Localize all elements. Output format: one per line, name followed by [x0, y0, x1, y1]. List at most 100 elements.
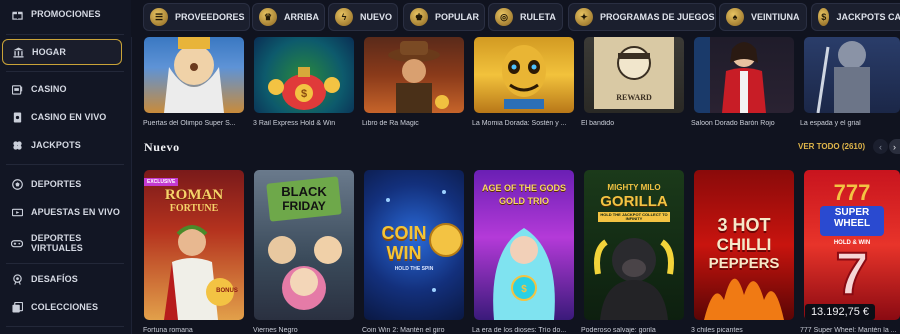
exclusive-badge: EXCLUSIVE — [144, 178, 179, 186]
game-tile-la-era-de-los-dioses[interactable]: AGE OF THE GODS GOLD TRIO $ — [474, 170, 574, 320]
svg-text:$: $ — [301, 88, 307, 100]
game-tile-coin-win-2[interactable]: COIN WIN HOLD THE SPIN — [364, 170, 464, 320]
chip-label: PROGRAMAS DE JUEGOS — [600, 12, 715, 22]
svg-text:$: $ — [521, 284, 527, 295]
chevron-right-icon: › — [893, 141, 896, 152]
chip-label: JACKPOTS CA — [836, 12, 900, 22]
divider — [6, 71, 124, 72]
chip-ruleta[interactable]: ◎ RULETA — [488, 3, 563, 31]
sidebar-item-apuestas-en-vivo[interactable]: APUESTAS EN VIVO — [0, 199, 131, 225]
sidebar-item-label: JACKPOTS — [31, 140, 81, 150]
game-tile-saloon-dorado[interactable] — [694, 37, 794, 113]
trophy-icon — [10, 272, 24, 286]
game-caption: La era de los dioses: Trío do... — [472, 327, 567, 334]
game-tile-777-super-wheel[interactable]: 777 7 SUPER WHEEL HOLD & WIN — [804, 170, 900, 320]
game-tile-poderoso-salvaje-gorila[interactable]: MIGHTY MILO GORILLA HOLD THE JACKPOT COL… — [584, 170, 684, 320]
game-tile-3-chiles-picantes[interactable]: 3 HOT CHILLI PEPPERS — [694, 170, 794, 320]
game-tile-fortuna-romana[interactable]: EXCLUSIVE ROMAN FORTUNE BONUS — [144, 170, 244, 320]
bank-icon — [11, 45, 25, 59]
svg-text:777: 777 — [834, 180, 871, 205]
explorer-art — [388, 41, 449, 113]
game-tile-la-momia-dorada[interactable] — [474, 37, 574, 113]
age-title: AGE OF THE GODS — [481, 183, 566, 193]
game-caption: 777 Super Wheel: Mantén la ... — [800, 327, 897, 334]
sidebar-item-casino[interactable]: CASINO — [0, 76, 131, 102]
sidebar-item-label-group: DEPORTES VIRTUALES — [31, 233, 83, 253]
hold-win-title: HOLD & WIN — [833, 240, 871, 246]
sidebar-item-deportes-virtuales[interactable]: DEPORTES VIRTUALES — [0, 230, 131, 256]
knight-art — [816, 41, 870, 113]
game-caption: La Momia Dorada: Sostén y ... — [472, 120, 567, 127]
chip-label: NUEVO — [360, 12, 393, 22]
sidebar-item-label-line2: VIRTUALES — [31, 243, 83, 253]
pilot-art — [694, 37, 766, 113]
blackjack-icon: ♠ — [726, 8, 744, 26]
jackpot-price: 13.192,75 € — [805, 304, 875, 320]
live-bet-icon — [10, 205, 24, 219]
divider — [6, 263, 124, 264]
game-caption: Coin Win 2: Mantén el giro — [362, 327, 445, 334]
game-caption: Poderoso salvaje: gorila — [581, 327, 656, 334]
game-tile-libro-de-ra-magic[interactable] — [364, 37, 464, 113]
chip-veintiuna[interactable]: ♠ VEINTIUNA — [719, 3, 807, 31]
collection-icon — [10, 300, 24, 314]
game-caption: 3 chiles picantes — [691, 327, 743, 334]
friday-title: FRIDAY — [282, 199, 326, 213]
lightning-icon: ϟ — [335, 8, 353, 26]
sidebar-item-promociones[interactable]: PROMOCIONES — [0, 1, 131, 27]
sidebar-item-label: DEPORTES — [31, 233, 82, 243]
game-caption: Viernes Negro — [253, 327, 298, 334]
gamepad-icon — [10, 236, 24, 250]
reward-text: REWARD — [616, 93, 652, 102]
hot-title: 3 HOT — [717, 215, 771, 235]
mummy-art — [502, 45, 546, 109]
chip-jackpots[interactable]: $ JACKPOTS CA — [811, 3, 900, 31]
sidebar-item-jackpots[interactable]: JACKPOTS — [0, 132, 131, 158]
sidebar-item-hogar[interactable]: HOGAR — [2, 39, 122, 65]
game-tile-viernes-negro[interactable]: BLACK FRIDAY — [254, 170, 354, 320]
coin-title: COIN — [381, 223, 427, 243]
section-title-nuevo: Nuevo — [144, 140, 180, 154]
chip-arriba[interactable]: ♛ ARRIBA — [252, 3, 325, 31]
game-caption: Saloon Dorado Barón Rojo — [691, 120, 775, 127]
chip-label: PROVEEDORES — [175, 12, 245, 22]
chip-label: POPULAR — [435, 12, 480, 22]
game-tile-el-bandido[interactable]: REWARD — [584, 37, 684, 113]
chip-nuevo[interactable]: ϟ NUEVO — [328, 3, 398, 31]
sidebar-item-label: COLECCIONES — [31, 302, 99, 312]
peppers-title: PEPPERS — [708, 255, 780, 272]
see-all-link[interactable]: VER TODO (2610) — [798, 142, 865, 151]
gorilla-art — [594, 238, 674, 320]
sidebar-item-label: CASINO — [31, 84, 67, 94]
prev-arrow-button[interactable]: ‹ — [873, 139, 888, 154]
game-caption: 3 Rail Express Hold & Win — [253, 120, 336, 127]
roman-title: ROMAN — [164, 187, 224, 203]
gorilla-title: GORILLA — [600, 193, 668, 210]
chip-programas-de-juegos[interactable]: ✦ PROGRAMAS DE JUEGOS — [568, 3, 716, 31]
game-tile-3-rail-express[interactable]: $ — [254, 37, 354, 113]
sidebar-item-label: DEPORTES — [31, 179, 82, 189]
game-caption: Libro de Ra Magic — [362, 120, 419, 127]
chip-proveedores[interactable]: ☰ PROVEEDORES — [143, 3, 250, 31]
emperor-art — [164, 225, 234, 320]
sidebar-item-label: HOGAR — [32, 47, 66, 57]
sidebar-item-deportes[interactable]: DEPORTES — [0, 171, 131, 197]
chip-label: VEINTIUNA — [751, 12, 800, 22]
wheel-title: WHEEL — [833, 218, 871, 229]
gift-icon — [10, 7, 24, 21]
black-title: BLACK — [281, 184, 327, 199]
svg-text:7: 7 — [835, 240, 868, 307]
game-tile-puertas-del-olimpo[interactable] — [144, 37, 244, 113]
next-arrow-button[interactable]: › — [889, 139, 900, 154]
win-title: WIN — [386, 243, 422, 263]
game-caption: El bandido — [581, 120, 615, 127]
chevron-left-icon: ‹ — [879, 141, 882, 152]
sidebar-item-desafios[interactable]: DESAFÍOS — [0, 266, 131, 292]
chip-popular[interactable]: ♚ POPULAR — [403, 3, 485, 31]
sidebar-item-colecciones[interactable]: COLECCIONES — [0, 294, 131, 320]
sidebar-item-casino-en-vivo[interactable]: CASINO EN VIVO — [0, 104, 131, 130]
sidebar: PROMOCIONES HOGAR CASINO CASINO EN VIVO … — [0, 0, 132, 334]
game-show-icon: ✦ — [575, 8, 593, 26]
gold-trio-title: GOLD TRIO — [499, 196, 549, 206]
game-tile-la-espada-y-el-grial[interactable] — [804, 37, 900, 113]
